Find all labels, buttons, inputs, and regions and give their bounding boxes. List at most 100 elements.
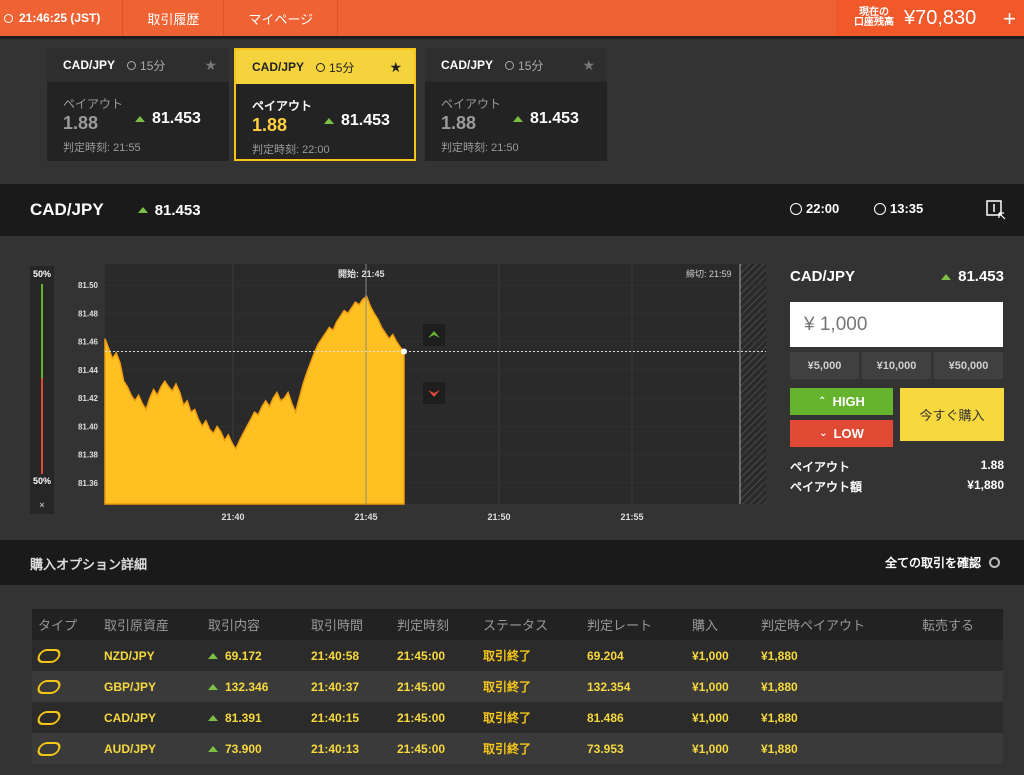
judge-rate-cell: 73.953 bbox=[587, 741, 624, 756]
payout-cell: ¥1,880 bbox=[761, 741, 798, 756]
no-entry-icon bbox=[790, 202, 802, 215]
col-payout: 判定時ペイアウト bbox=[761, 618, 866, 633]
remaining-time-text: 13:35 bbox=[890, 201, 924, 216]
close-time-text: 22:00 bbox=[806, 201, 840, 216]
up-arrow-icon: ⌃ bbox=[818, 396, 827, 407]
current-price-dot bbox=[401, 348, 407, 355]
card-duration: 15分 bbox=[127, 57, 165, 74]
x-tick-label: 21:40 bbox=[221, 512, 244, 522]
down-arrow-icon: ⌄ bbox=[819, 428, 828, 439]
judge-time-cell: 21:45:00 bbox=[397, 648, 446, 663]
balance-label-line2: 口座残高 bbox=[854, 17, 894, 28]
order-rate-text: 81.453 bbox=[958, 268, 1004, 285]
quick-amount-5000[interactable]: ¥5,000 bbox=[790, 352, 859, 379]
y-tick-label: 81.44 bbox=[78, 366, 99, 375]
remaining-time: 13:35 bbox=[874, 201, 923, 216]
star-icon[interactable]: ★ bbox=[389, 59, 402, 76]
resell-cell[interactable] bbox=[922, 640, 1002, 671]
type-cell bbox=[32, 702, 104, 733]
asset-rate: 81.453 bbox=[137, 201, 201, 219]
chart-mode-icon[interactable] bbox=[986, 200, 1006, 220]
card-rate-text: 81.453 bbox=[152, 110, 201, 127]
card-duration: 15分 bbox=[316, 59, 354, 76]
card-pair: CAD/JPY bbox=[441, 58, 494, 72]
view-all-text: 全ての取引を確認 bbox=[884, 556, 981, 570]
x-tick-label: 21:45 bbox=[354, 512, 377, 522]
payout-row: ペイアウト 1.88 bbox=[790, 458, 1004, 475]
type-cell bbox=[32, 640, 104, 671]
asset-rate-text: 81.453 bbox=[154, 201, 201, 219]
expiry-hatch bbox=[740, 264, 766, 504]
balance-amount: ¥70,830 bbox=[904, 6, 977, 29]
asset-cell: NZD/JPY bbox=[104, 648, 155, 663]
judge-time-cell: 21:45:00 bbox=[397, 679, 446, 694]
table-row[interactable]: AUD/JPY 73.900 21:40:13 21:45:00 取引終了 73.953 ¥… bbox=[32, 733, 1003, 764]
server-clock: 21:46:25 (JST) bbox=[0, 0, 124, 36]
asset-cell: CAD/JPY bbox=[104, 710, 157, 725]
table-row[interactable]: CAD/JPY 81.391 21:40:15 21:45:00 取引終了 81.486 ¥… bbox=[32, 702, 1003, 733]
star-icon[interactable]: ★ bbox=[204, 57, 217, 74]
card-payout-label: ペイアウト bbox=[441, 97, 502, 111]
up-arrow-icon bbox=[208, 652, 218, 659]
star-icon[interactable]: ★ bbox=[582, 57, 595, 74]
high-button[interactable]: ⌃ HIGH bbox=[790, 388, 893, 415]
clock-icon bbox=[505, 60, 515, 70]
card-rate: 81.453 bbox=[324, 112, 390, 130]
option-card-1[interactable]: CAD/JPY 15分 ★ ペイアウト 1.88 81.453 判定時刻: 21… bbox=[47, 48, 229, 161]
card-payout-label: ペイアウト bbox=[252, 99, 313, 113]
nav-mypage[interactable]: マイページ bbox=[224, 0, 339, 36]
up-arrow-icon bbox=[324, 118, 334, 124]
plus-icon[interactable]: + bbox=[1003, 6, 1016, 32]
up-arrow-icon bbox=[513, 116, 523, 122]
view-all-trades-link[interactable]: 全ての取引を確認 bbox=[885, 554, 1000, 571]
x-tick-label: 21:55 bbox=[620, 512, 643, 522]
status-cell: 取引終了 bbox=[483, 742, 532, 756]
card-judge-time: 判定時刻: 21:55 bbox=[63, 142, 141, 154]
card-payout: 1.88 bbox=[63, 113, 99, 133]
content-value: 132.346 bbox=[225, 679, 269, 694]
buy-now-button[interactable]: 今すぐ購入 bbox=[900, 388, 1004, 441]
up-arrow-icon bbox=[137, 207, 148, 213]
resell-cell[interactable] bbox=[922, 702, 1002, 733]
status-cell: 取引終了 bbox=[483, 649, 532, 663]
gauge-bottom-label: 50% bbox=[32, 476, 51, 486]
option-card-3[interactable]: CAD/JPY 15分 ★ ペイアウト 1.88 81.453 判定時刻: 21… bbox=[425, 48, 607, 161]
resell-cell[interactable] bbox=[922, 671, 1002, 702]
order-asset: CAD/JPY bbox=[790, 268, 856, 285]
quick-amount-50000[interactable]: ¥50,000 bbox=[934, 352, 1003, 379]
payout-label: ペイアウト bbox=[790, 460, 851, 474]
order-rate: 81.453 bbox=[941, 268, 1004, 285]
card-judge-time: 判定時刻: 21:50 bbox=[441, 142, 519, 154]
low-label: LOW bbox=[833, 426, 864, 441]
type-cell bbox=[32, 733, 104, 764]
purchase-cell: ¥1,000 bbox=[692, 741, 729, 756]
card-payout: 1.88 bbox=[252, 115, 288, 135]
asset-header: CAD/JPY 81.453 22:00 13:35 bbox=[0, 184, 1024, 236]
payout-cell: ¥1,880 bbox=[761, 710, 798, 725]
col-judge-rate: 判定レート bbox=[587, 618, 653, 633]
y-tick-label: 81.38 bbox=[78, 451, 99, 460]
quick-amount-10000[interactable]: ¥10,000 bbox=[862, 352, 931, 379]
clock-text: 21:46:25 (JST) bbox=[19, 11, 101, 25]
payout-cell: ¥1,880 bbox=[761, 679, 798, 694]
table-row[interactable]: GBP/JPY 132.346 21:40:37 21:45:00 取引終了 132.35… bbox=[32, 671, 1003, 702]
high-label: HIGH bbox=[832, 394, 865, 409]
option-card-2[interactable]: CAD/JPY 15分 ★ ペイアウト 1.88 81.453 判定時刻: 22… bbox=[234, 48, 416, 161]
gauge-close-icon[interactable]: × bbox=[30, 500, 54, 510]
card-judge-time: 判定時刻: 22:00 bbox=[252, 144, 330, 156]
account-balance[interactable]: 現在の 口座残高 ¥70,830 + bbox=[836, 0, 1024, 36]
nav-trade-history[interactable]: 取引履歴 bbox=[123, 0, 225, 36]
resell-cell[interactable] bbox=[922, 733, 1002, 764]
up-arrow-icon bbox=[208, 745, 218, 752]
amount-input[interactable] bbox=[790, 302, 1003, 347]
judge-time-cell: 21:45:00 bbox=[397, 710, 446, 725]
price-chart[interactable]: 21:40 21:45 21:50 21:55 81.50 81.48 81.46 81.44… bbox=[60, 260, 770, 530]
content-cell: 132.346 bbox=[208, 671, 311, 702]
details-header: 購入オプション詳細 全ての取引を確認 bbox=[0, 540, 1024, 585]
table-row[interactable]: NZD/JPY 69.172 21:40:58 21:45:00 取引終了 69.204 ¥… bbox=[32, 640, 1003, 671]
low-button[interactable]: ⌄ LOW bbox=[790, 420, 893, 447]
payout-cell: ¥1,880 bbox=[761, 648, 798, 663]
content-value: 81.391 bbox=[225, 710, 262, 725]
x-tick-label: 21:50 bbox=[487, 512, 510, 522]
card-header: CAD/JPY 15分 ★ bbox=[425, 48, 607, 82]
